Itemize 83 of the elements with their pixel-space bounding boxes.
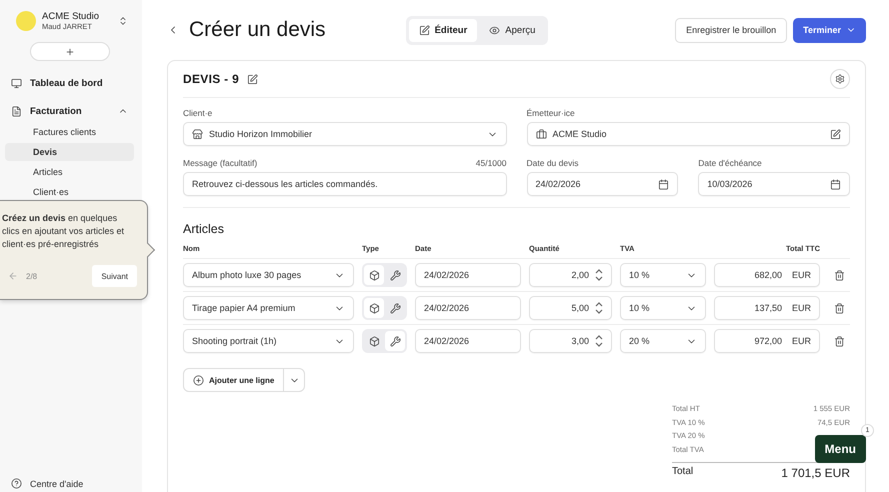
calendar-icon: [830, 178, 841, 190]
edit-icon[interactable]: [247, 74, 258, 84]
date-input[interactable]: 24/02/2026: [415, 296, 521, 320]
page-title: Créer un devis: [189, 18, 326, 42]
quantity-input[interactable]: 5,00: [529, 296, 612, 320]
popover-text: Créez un devis en quelques clics en ajoutant vos articles et client·es pré-enregistrés: [2, 212, 126, 251]
view-tab[interactable]: Éditeur: [408, 18, 478, 42]
stepper-icon[interactable]: [595, 334, 603, 348]
wrench-icon: [390, 270, 400, 280]
issuer-field[interactable]: ACME Studio: [526, 122, 850, 146]
field-label: Date du devis: [526, 158, 580, 168]
trash-icon: [834, 302, 844, 314]
next-button[interactable]: Suivant: [92, 265, 137, 287]
vat-select[interactable]: 10 %: [620, 263, 706, 287]
date-input[interactable]: 24/02/2026: [415, 329, 521, 353]
edit-icon: [418, 24, 430, 36]
switcher-icon[interactable]: [118, 16, 128, 26]
delete-button[interactable]: [834, 270, 844, 280]
article-select[interactable]: Album photo luxe 30 pages: [183, 263, 354, 287]
field-label: Message (facultatif): [183, 158, 258, 168]
calendar-icon: [658, 178, 670, 190]
delete-button[interactable]: [834, 336, 844, 346]
total-input[interactable]: 137,50 EUR: [714, 296, 820, 320]
plus-icon: [65, 46, 75, 56]
character-count: 45/1000: [476, 158, 506, 168]
eye-icon: [489, 24, 500, 36]
total-input[interactable]: 972,00 EUR: [714, 329, 820, 353]
briefcase-icon: [536, 128, 546, 140]
cube-icon: [368, 336, 380, 346]
quantity-input[interactable]: 2,00: [529, 263, 612, 287]
type-option[interactable]: [364, 298, 384, 318]
workspace-name: ACME Studio: [42, 11, 100, 22]
date-input[interactable]: 10/03/2026: [698, 172, 850, 196]
quantity-input[interactable]: 3,00: [529, 329, 612, 353]
field-label: Date d'échéance: [698, 158, 763, 168]
help-link[interactable]: Centre d'aide: [30, 478, 84, 488]
view-tab[interactable]: Aperçu: [479, 18, 546, 42]
section-title: Articles: [183, 222, 225, 236]
wrench-icon: [390, 302, 400, 314]
plus-circle-icon: [193, 374, 204, 386]
vat-select[interactable]: 20 %: [620, 329, 706, 353]
vat-select[interactable]: 10 %: [620, 296, 706, 320]
date-input[interactable]: 24/02/2026: [526, 172, 678, 196]
cube-icon: [368, 302, 380, 314]
article-select[interactable]: Tirage papier A4 premium: [183, 296, 354, 320]
field-label: Émetteur·ice: [526, 108, 576, 118]
avatar: [16, 11, 36, 31]
nav-item[interactable]: Facturation: [30, 106, 110, 116]
nav-subitem[interactable]: Factures clients: [5, 123, 134, 141]
nav-subitem[interactable]: Client·es: [5, 183, 134, 201]
finish-button[interactable]: Terminer: [793, 18, 866, 42]
date-input[interactable]: 24/02/2026: [415, 263, 521, 287]
client-select[interactable]: Studio Horizon Immobilier: [183, 122, 506, 146]
cube-icon: [368, 270, 380, 280]
trash-icon: [834, 336, 844, 346]
quote-number: DEVIS - 9: [183, 72, 240, 86]
delete-button[interactable]: [834, 302, 844, 314]
step-counter: 2/8: [26, 272, 38, 280]
message-input[interactable]: Retrouvez ci-dessous les articles commandés.: [183, 172, 506, 196]
type-option[interactable]: [364, 265, 384, 285]
stepper-icon[interactable]: [595, 268, 603, 282]
type-option[interactable]: [385, 331, 405, 351]
trash-icon: [834, 270, 844, 280]
document-icon: [11, 106, 22, 116]
menu-button[interactable]: Menu: [814, 435, 866, 463]
settings-icon: [835, 74, 845, 84]
field-label: Client·e: [183, 108, 214, 118]
wrench-icon: [390, 336, 400, 346]
add-line-button[interactable]: Ajouter une ligne: [184, 369, 284, 391]
nav-subitem[interactable]: Articles: [5, 163, 134, 181]
store-icon: [192, 128, 203, 140]
grand-total-label: Total: [672, 466, 694, 479]
settings-button[interactable]: [830, 69, 850, 89]
edit-icon: [830, 128, 841, 140]
grand-total-value: 1 701,5 EUR: [781, 466, 850, 480]
save-draft-button[interactable]: Enregistrer le brouillon: [675, 18, 788, 42]
monitor-icon: [11, 78, 22, 88]
help-icon: [11, 478, 22, 489]
nav-item[interactable]: Tableau de bord: [30, 78, 128, 88]
total-input[interactable]: 682,00 EUR: [714, 263, 820, 287]
nav-subitem[interactable]: Devis: [5, 143, 134, 161]
stepper-icon[interactable]: [595, 301, 603, 315]
article-select[interactable]: Shooting portrait (1h): [183, 329, 354, 353]
